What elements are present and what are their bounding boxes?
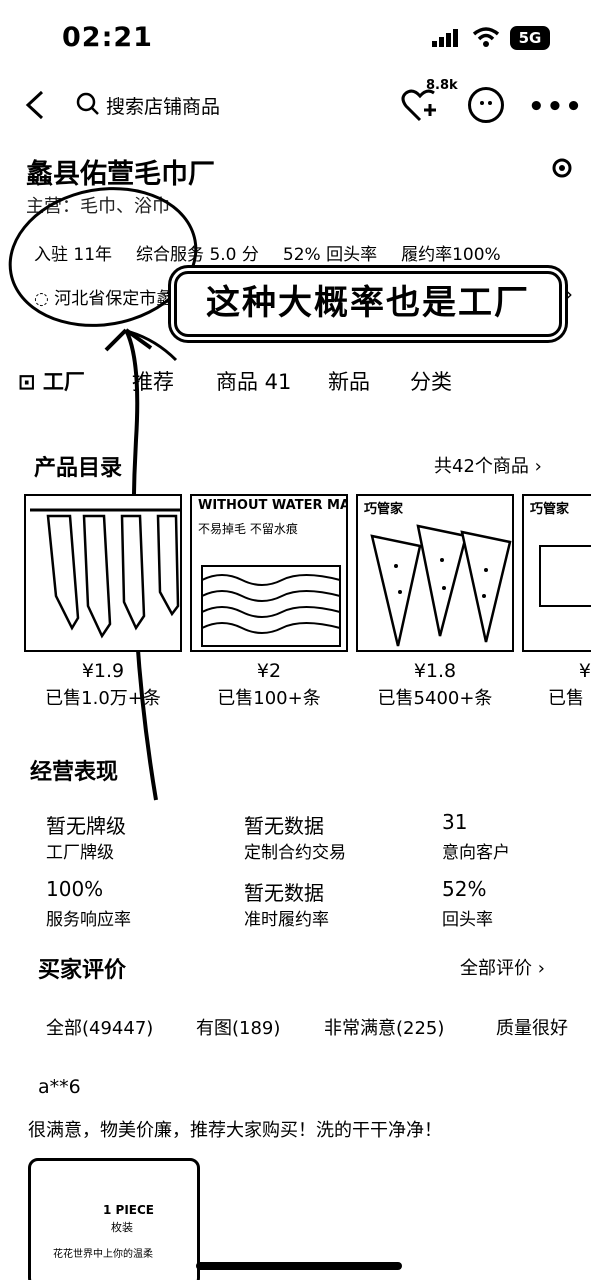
factory-icon: ⊡	[18, 370, 43, 394]
metric-response-value: 100%	[46, 877, 104, 901]
product-price-2: ¥2	[256, 660, 282, 682]
tab-products[interactable]: 商品 41	[216, 366, 291, 396]
metric-contract-label: 定制合约交易	[244, 843, 346, 863]
product-sold-4: 已售	[548, 688, 584, 709]
metric-customers-label: 意向客户	[442, 843, 510, 863]
filter-chip-photos[interactable]: 有图(189)	[196, 1014, 280, 1040]
signal-icon	[432, 28, 460, 47]
reviewer-name: a**6	[38, 1076, 81, 1098]
metric-factory-level-value: 暂无牌级	[46, 814, 126, 838]
metric-customers-value: 31	[442, 810, 468, 834]
chevron-right-icon[interactable]: ›	[565, 282, 573, 306]
network-badge: 5G	[510, 26, 550, 50]
catalog-title: 产品目录	[34, 456, 123, 481]
metric-contract-value: 暂无数据	[244, 814, 324, 838]
reviews-title: 买家评价	[38, 958, 127, 983]
review-image-caption: 花花世界中上你的温柔	[53, 1249, 153, 1260]
product-image	[370, 524, 512, 647]
metric-repurchase-value: 52%	[442, 877, 487, 901]
tab-factory[interactable]: ⊡ 工厂	[18, 366, 85, 396]
all-reviews-link[interactable]: 全部评价 ›	[460, 954, 545, 980]
status-bar: 02:21 5G	[0, 0, 591, 80]
product-card-1[interactable]	[24, 494, 182, 652]
annotation-banner: 这种大概率也是工厂	[174, 271, 562, 337]
product-card-2[interactable]: WITHOUT WATER MARK 不易掉毛 不留水痕	[190, 494, 348, 652]
product-price-1: ¥1.9	[81, 660, 125, 682]
metric-ontime-label: 准时履约率	[244, 910, 329, 930]
search-icon	[76, 92, 99, 115]
metric-repurchase-label: 回头率	[442, 910, 493, 930]
review-text: 很满意，物美价廉，推荐大家购买！洗的干干净净！	[28, 1120, 442, 1141]
shop-name: 蠡县佑萱毛巾厂	[26, 159, 215, 190]
product-label: 巧管家	[364, 502, 404, 517]
award-icon[interactable]	[550, 158, 574, 182]
filter-chip-quality[interactable]: 质量很好	[496, 1014, 568, 1040]
review-image[interactable]: 1 PIECE 枚装 花花世界中上你的温柔	[28, 1158, 200, 1280]
filter-chip-all[interactable]: 全部(49447)	[46, 1014, 153, 1040]
product-card-4[interactable]: 巧管家	[522, 494, 591, 652]
product-price-4: ¥	[578, 660, 591, 682]
product-sold-3: 已售5400+条	[377, 688, 493, 709]
stat-repurchase: 52% 回头率	[282, 245, 378, 265]
follow-count: 8.8k	[426, 78, 458, 93]
stat-fulfillment: 履约率100%	[401, 245, 501, 265]
filter-chip-satisfied[interactable]: 非常满意(225)	[324, 1014, 444, 1040]
product-sublabel: 不易掉毛 不留水痕	[198, 522, 298, 536]
product-card-3[interactable]: 巧管家	[356, 494, 514, 652]
performance-title: 经营表现	[30, 760, 119, 785]
product-label: 巧管家	[530, 502, 570, 517]
product-sold-2: 已售100+条	[217, 688, 321, 709]
product-carousel: WITHOUT WATER MARK 不易掉毛 不留水痕 巧管家 巧管家	[24, 494, 591, 654]
tab-categories[interactable]: 分类	[410, 366, 452, 396]
product-image	[539, 545, 591, 607]
product-price-3: ¥1.8	[413, 660, 457, 682]
review-image-title: 1 PIECE	[103, 1203, 154, 1217]
customer-service-icon[interactable]	[468, 87, 504, 123]
back-arrow-icon[interactable]	[22, 90, 52, 120]
product-label: WITHOUT WATER MARK	[198, 498, 348, 513]
metric-response-label: 服务响应率	[46, 910, 131, 930]
catalog-count-link[interactable]: 共42个商品 ›	[434, 452, 542, 478]
wifi-icon	[472, 27, 500, 47]
tab-new[interactable]: 新品	[328, 366, 370, 396]
review-image-sub: 枚装	[111, 1221, 133, 1234]
metric-factory-level-label: 工厂牌级	[46, 843, 114, 863]
search-input[interactable]: 搜索店铺商品	[106, 92, 220, 119]
status-time: 02:21	[62, 22, 153, 53]
more-options-icon[interactable]: •••	[528, 92, 584, 122]
tab-recommend[interactable]: 推荐	[132, 366, 174, 396]
home-indicator	[196, 1262, 402, 1270]
product-sold-1: 已售1.0万+条	[45, 688, 161, 709]
metric-ontime-value: 暂无数据	[244, 881, 324, 905]
product-image	[30, 508, 180, 639]
